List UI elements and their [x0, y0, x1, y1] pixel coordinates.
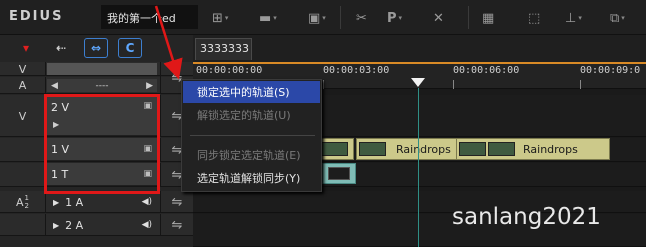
menu-item-lock-selected[interactable]: 锁定选中的轨道(S) — [183, 81, 320, 103]
watermark: sanlang2021 — [452, 204, 601, 230]
clip-label: Raindrops — [523, 142, 578, 156]
timecode-label: 00:00:06:00 — [453, 65, 520, 76]
delete-icon[interactable]: ✕ — [433, 9, 444, 27]
menu-divider — [190, 135, 315, 136]
track-type-blank — [0, 214, 46, 236]
patch-label-a: A — [0, 77, 46, 94]
track-header-1a[interactable]: ▶ 1 A ◀) — [47, 192, 157, 212]
sequence-tab-bar — [193, 35, 646, 62]
menu-item-sync-unlock[interactable]: 选定轨道解锁同步(Y) — [183, 167, 320, 189]
in-out-range-bar — [193, 62, 646, 64]
speaker-icon[interactable]: ◀) — [142, 197, 152, 207]
timecode-label: 00:00:09:0 — [580, 65, 641, 76]
timecode-label: 00:00:03:00 — [323, 65, 390, 76]
patch-dropdown-value: ---- — [95, 80, 109, 91]
cut-icon[interactable]: ✂ — [356, 9, 367, 27]
save-icon[interactable]: ▣ ▾ — [308, 9, 326, 27]
clip-label: Raindrops — [396, 142, 451, 156]
toolbar-divider — [340, 6, 341, 29]
snapshot-icon[interactable]: ⧉ ▾ — [610, 9, 625, 27]
title-clip[interactable] — [322, 163, 356, 184]
caret-left-icon: ◀ — [51, 80, 58, 91]
expand-arrow-icon[interactable]: ▶ — [53, 221, 59, 230]
clip-thumbnail — [321, 142, 348, 156]
patch-dropdown-a[interactable]: ◀ ---- ▶ — [47, 79, 157, 92]
clip-thumbnail — [488, 142, 515, 156]
expand-arrow-icon[interactable]: ▶ — [53, 198, 59, 207]
track-type-blank — [0, 138, 46, 162]
marker-icon[interactable]: ⊥ ▾ — [565, 9, 582, 27]
audio-ch-top: 1 — [24, 194, 29, 202]
insert-mode-icon[interactable]: ⇠ — [49, 38, 73, 58]
app-logo: EDIUS — [9, 9, 64, 24]
audio-ch-bottom: 2 — [24, 202, 29, 210]
sync-icon[interactable]: ⇋ — [160, 191, 193, 213]
audio-label: A — [16, 195, 24, 209]
menu-item-sync-lock[interactable]: 同步锁定选定轨道(E) — [183, 144, 320, 166]
ruler-tick — [323, 80, 324, 89]
clip-thumbnail — [459, 142, 486, 156]
track-type-blank — [0, 163, 46, 187]
caret-right-icon: ▶ — [146, 80, 153, 91]
clip-thumbnail — [359, 142, 386, 156]
track-type-a: A 1 2 — [0, 191, 46, 213]
highlight-box — [44, 94, 160, 194]
ruler-tick — [453, 80, 454, 89]
speaker-icon[interactable]: ◀) — [142, 220, 152, 230]
video-clip[interactable] — [318, 138, 354, 160]
timecode-label: 00:00:00:00 — [196, 65, 263, 76]
annotation-arrow-icon — [154, 5, 183, 80]
link-icon[interactable]: ⇔ — [84, 38, 108, 58]
track-name: 2 A — [65, 218, 84, 232]
context-menu: 锁定选中的轨道(S) 解锁选定的轨道(U) 同步锁定选定轨道(E) 选定轨道解锁… — [181, 79, 322, 192]
sync-mode-icon[interactable]: C — [118, 38, 142, 58]
folder-icon[interactable]: ▬ ▾ — [259, 9, 277, 27]
timeline-cursor[interactable] — [418, 88, 419, 247]
sync-icon[interactable]: ⇋ — [160, 214, 193, 236]
sequence-tab[interactable]: 3333333 — [195, 38, 252, 60]
track-header-2a[interactable]: ▶ 2 A ◀) — [47, 215, 157, 235]
patch-label-v: V — [0, 62, 46, 76]
track-name: 1 A — [65, 195, 84, 209]
toolbar-divider — [468, 6, 469, 29]
ruler-tick — [580, 80, 581, 89]
grid-icon[interactable]: ▦ — [482, 9, 494, 27]
patch-slot-v[interactable] — [47, 63, 157, 75]
video-clip[interactable]: Raindrops — [456, 138, 610, 160]
ripple-delete-icon[interactable]: ⬚ — [528, 9, 540, 27]
playhead-marker[interactable] — [411, 78, 425, 87]
menu-item-unlock-selected[interactable]: 解锁选定的轨道(U) — [183, 104, 320, 126]
clip-thumbnail — [328, 167, 350, 180]
sequence-icon[interactable]: ⊞ ▾ — [212, 9, 228, 27]
add-track-icon[interactable]: ▾ — [14, 38, 38, 58]
p-icon[interactable]: P ▾ — [387, 9, 402, 27]
track-type-v: V — [0, 95, 46, 137]
